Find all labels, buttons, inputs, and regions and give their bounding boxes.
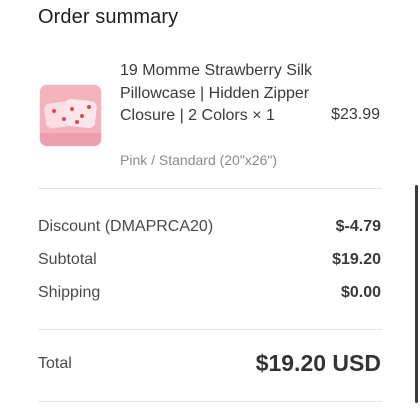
- product-price: $23.99: [331, 106, 380, 123]
- subtotal-value: $19.20: [332, 251, 381, 268]
- scrollbar[interactable]: [415, 185, 418, 403]
- shipping-label: Shipping: [38, 284, 101, 301]
- divider: [38, 401, 382, 402]
- discount-value: $-4.79: [335, 218, 381, 235]
- total-label: Total: [38, 355, 72, 372]
- subtotal-label: Subtotal: [38, 251, 97, 268]
- order-summary-title: Order summary: [38, 6, 179, 28]
- product-name: 19 Momme Strawberry Silk Pillowcase | Hi…: [120, 62, 313, 124]
- product-thumbnail: [40, 85, 101, 146]
- total-value: $19.20 USD: [255, 350, 381, 376]
- discount-label: Discount (DMAPRCA20): [38, 218, 214, 235]
- product-variant: Pink / Standard (20"x26"): [120, 152, 278, 168]
- shipping-value: $0.00: [340, 284, 381, 301]
- divider: [38, 188, 382, 189]
- divider: [38, 329, 382, 330]
- pillowcase-icon: [40, 85, 101, 146]
